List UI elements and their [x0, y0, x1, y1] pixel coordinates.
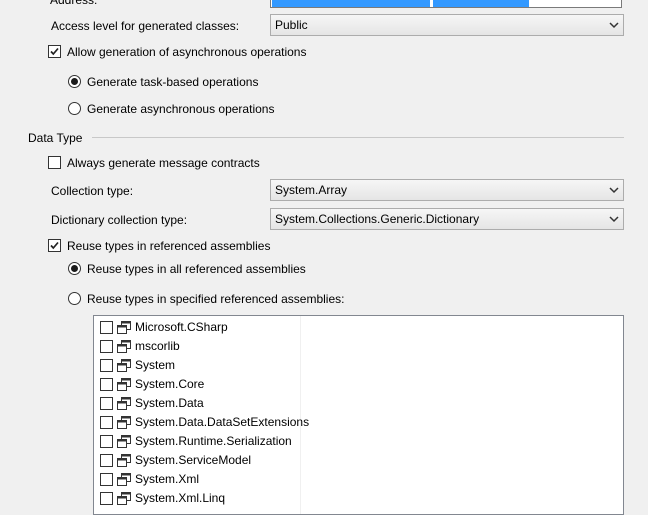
- assemblies-listbox[interactable]: Microsoft.CSharp mscorlib System System.Cor…: [93, 315, 624, 515]
- assembly-icon: [117, 340, 131, 353]
- checkmark-icon: [50, 47, 59, 56]
- assembly-icon: [117, 378, 131, 391]
- chevron-down-icon: [609, 187, 619, 194]
- address-label: Address:: [50, 0, 98, 7]
- assembly-checkbox[interactable]: [100, 492, 113, 505]
- assembly-icon: [117, 454, 131, 467]
- assembly-checkbox[interactable]: [100, 416, 113, 429]
- reuse-types-checkbox[interactable]: [48, 239, 61, 252]
- assembly-checkbox[interactable]: [100, 359, 113, 372]
- assembly-icon: [117, 473, 131, 486]
- async-ops-label: Generate asynchronous operations: [87, 102, 275, 116]
- address-selection-tail: [433, 0, 529, 7]
- assembly-icon: [117, 435, 131, 448]
- reuse-all-label: Reuse types in all referenced assemblies: [87, 262, 306, 276]
- assembly-name: System.Xml.Linq: [135, 491, 226, 505]
- allow-async-checkbox[interactable]: [48, 45, 61, 58]
- chevron-down-icon: [609, 22, 619, 29]
- chevron-down-icon: [609, 216, 619, 223]
- assembly-icon: [117, 492, 131, 505]
- assembly-name: System.Runtime.Serialization: [135, 434, 292, 448]
- checkmark-icon: [50, 241, 59, 250]
- address-selection: [272, 0, 430, 7]
- assembly-name: System.Xml: [135, 472, 200, 486]
- reuse-specified-radio[interactable]: [68, 292, 81, 305]
- reuse-specified-label: Reuse types in specified referenced asse…: [87, 292, 345, 306]
- access-level-value: Public: [275, 18, 308, 32]
- dictionary-type-combobox[interactable]: System.Collections.Generic.Dictionary: [270, 208, 624, 230]
- reuse-types-label: Reuse types in referenced assemblies: [67, 239, 271, 253]
- message-contracts-label: Always generate message contracts: [67, 156, 260, 170]
- collection-type-label: Collection type:: [51, 184, 134, 198]
- dictionary-type-label: Dictionary collection type:: [51, 213, 188, 227]
- assembly-name: Microsoft.CSharp: [135, 320, 228, 334]
- reuse-all-radio[interactable]: [68, 262, 81, 275]
- dictionary-type-value: System.Collections.Generic.Dictionary: [275, 212, 480, 226]
- allow-async-label: Allow generation of asynchronous operati…: [67, 45, 307, 59]
- assembly-name: System.ServiceModel: [135, 453, 252, 467]
- data-type-group-label: Data Type: [28, 131, 83, 145]
- assembly-checkbox[interactable]: [100, 454, 113, 467]
- assembly-icon: [117, 321, 131, 334]
- assembly-checkbox[interactable]: [100, 340, 113, 353]
- radio-selected-dot: [71, 265, 78, 272]
- async-ops-radio[interactable]: [68, 102, 81, 115]
- assembly-checkbox[interactable]: [100, 435, 113, 448]
- assembly-name: System: [135, 358, 176, 372]
- access-level-label: Access level for generated classes:: [51, 19, 240, 33]
- task-based-label: Generate task-based operations: [87, 75, 259, 89]
- assembly-checkbox[interactable]: [100, 397, 113, 410]
- assembly-icon: [117, 416, 131, 429]
- assembly-name: System.Core: [135, 377, 205, 391]
- assembly-checkbox[interactable]: [100, 321, 113, 334]
- assembly-icon: [117, 359, 131, 372]
- radio-selected-dot: [71, 78, 78, 85]
- assembly-icon: [117, 397, 131, 410]
- assembly-name: System.Data.DataSetExtensions: [135, 415, 310, 429]
- task-based-radio[interactable]: [68, 75, 81, 88]
- assembly-checkbox[interactable]: [100, 473, 113, 486]
- assembly-name: mscorlib: [135, 339, 180, 353]
- address-input[interactable]: [270, 0, 622, 8]
- collection-type-value: System.Array: [275, 183, 348, 197]
- message-contracts-checkbox[interactable]: [48, 156, 61, 169]
- group-divider: [92, 137, 624, 138]
- access-level-combobox[interactable]: Public: [270, 14, 624, 36]
- assembly-name: System.Data: [135, 396, 204, 410]
- assembly-checkbox[interactable]: [100, 378, 113, 391]
- collection-type-combobox[interactable]: System.Array: [270, 179, 624, 201]
